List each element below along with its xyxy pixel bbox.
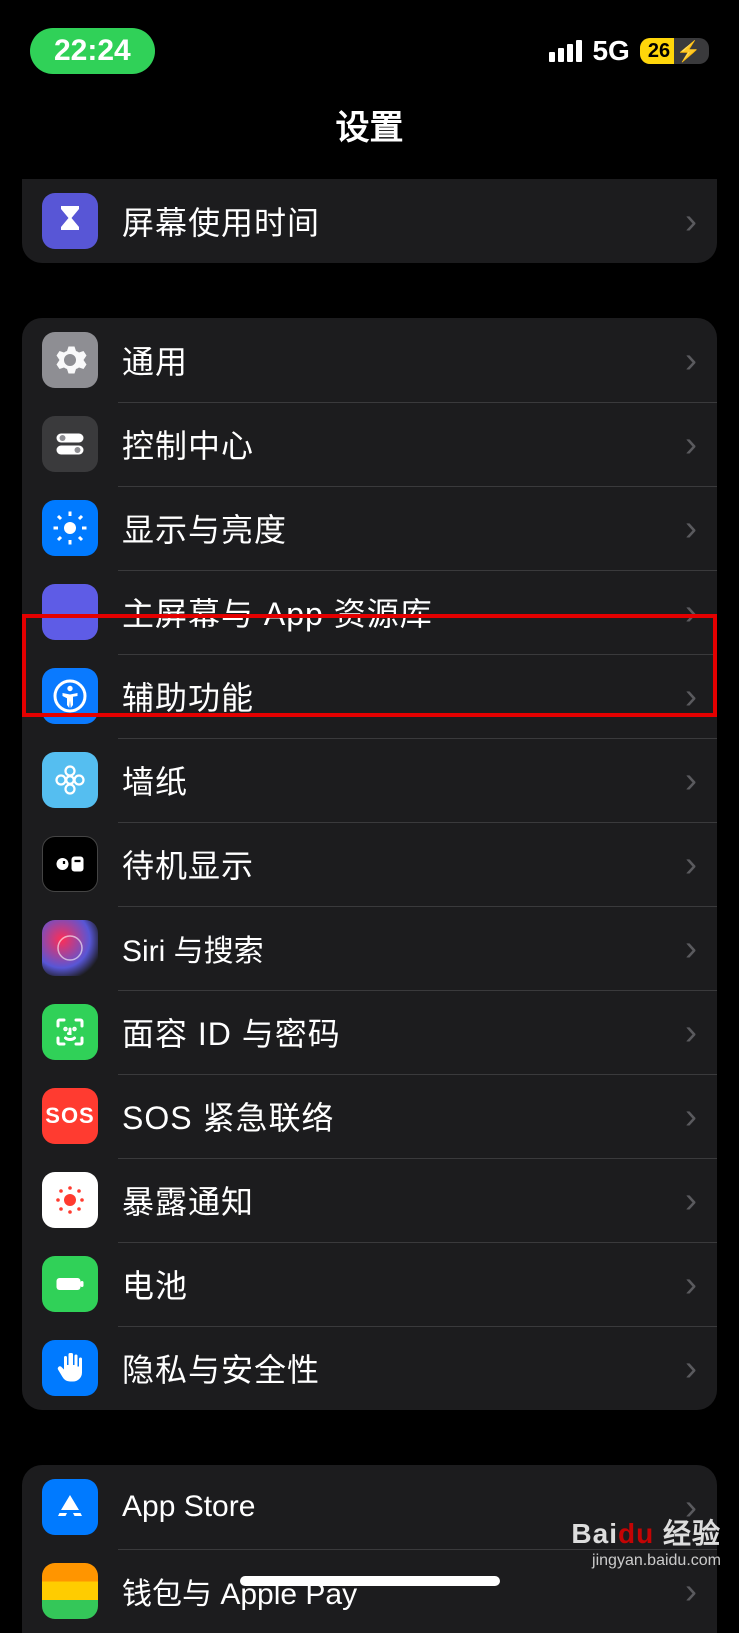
row-label: 墙纸 — [122, 757, 685, 803]
row-label: 辅助功能 — [122, 673, 685, 719]
battery-indicator: 26⚡ — [640, 38, 709, 64]
chevron-right-icon: › — [685, 1095, 697, 1137]
chevron-right-icon: › — [685, 591, 697, 633]
settings-row-standby[interactable]: 待机显示› — [22, 822, 717, 906]
settings-row-hourglass[interactable]: 屏幕使用时间› — [22, 179, 717, 263]
chevron-right-icon: › — [685, 507, 697, 549]
battery-icon — [42, 1256, 98, 1312]
settings-row-appgrid[interactable]: 主屏幕与 App 资源库› — [22, 570, 717, 654]
flower-icon — [42, 752, 98, 808]
chevron-right-icon: › — [685, 843, 697, 885]
row-label: 隐私与安全性 — [122, 1345, 685, 1391]
siri-icon — [42, 920, 98, 976]
wallet-icon — [42, 1563, 98, 1619]
status-time: 22:24 — [30, 28, 155, 74]
row-label: 显示与亮度 — [122, 505, 685, 551]
settings-row-siri[interactable]: Siri 与搜索› — [22, 906, 717, 990]
settings-row-toggles[interactable]: 控制中心› — [22, 402, 717, 486]
standby-icon — [42, 836, 98, 892]
accessibility-icon — [42, 668, 98, 724]
row-label: 通用 — [122, 337, 685, 383]
network-label: 5G — [592, 35, 629, 67]
settings-row-brightness[interactable]: 显示与亮度› — [22, 486, 717, 570]
row-label: SOS 紧急联络 — [122, 1093, 685, 1139]
chevron-right-icon: › — [685, 927, 697, 969]
signal-icon — [549, 40, 582, 62]
settings-group: 屏幕使用时间› — [22, 179, 717, 263]
chevron-right-icon: › — [685, 1011, 697, 1053]
appgrid-icon — [42, 584, 98, 640]
chevron-right-icon: › — [685, 1263, 697, 1305]
settings-row-sos[interactable]: SOS SOS 紧急联络› — [22, 1074, 717, 1158]
status-bar: 22:24 5G 26⚡ — [0, 0, 739, 80]
row-label: 主屏幕与 App 资源库 — [122, 589, 685, 635]
home-indicator[interactable] — [240, 1576, 500, 1586]
settings-row-battery[interactable]: 电池› — [22, 1242, 717, 1326]
settings-row-flower[interactable]: 墙纸› — [22, 738, 717, 822]
settings-row-gear[interactable]: 通用› — [22, 318, 717, 402]
chevron-right-icon: › — [685, 200, 697, 242]
sos-icon: SOS — [42, 1088, 98, 1144]
row-label: Siri 与搜索 — [122, 926, 685, 970]
page-title: 设置 — [0, 80, 739, 179]
chevron-right-icon: › — [685, 1179, 697, 1221]
gear-icon — [42, 332, 98, 388]
settings-group: 通用›控制中心›显示与亮度›主屏幕与 App 资源库›辅助功能›墙纸›待机显示›… — [22, 318, 717, 1410]
chevron-right-icon: › — [685, 675, 697, 717]
status-right: 5G 26⚡ — [549, 35, 709, 67]
watermark: Baidu 经验 jingyan.baidu.com — [571, 1512, 721, 1570]
chevron-right-icon: › — [685, 423, 697, 465]
faceid-icon — [42, 1004, 98, 1060]
watermark-url: jingyan.baidu.com — [571, 1552, 721, 1570]
row-label: 暴露通知 — [122, 1177, 685, 1223]
hourglass-icon — [42, 193, 98, 249]
brightness-icon — [42, 500, 98, 556]
settings-row-exposure[interactable]: 暴露通知› — [22, 1158, 717, 1242]
battery-percent: 26 — [640, 38, 674, 64]
row-label: 面容 ID 与密码 — [122, 1009, 685, 1055]
row-label: 待机显示 — [122, 841, 685, 887]
settings-row-accessibility[interactable]: 辅助功能› — [22, 654, 717, 738]
watermark-brand: Bai — [571, 1518, 618, 1549]
row-label: 控制中心 — [122, 421, 685, 467]
row-label: 电池 — [122, 1261, 685, 1307]
settings-row-hand[interactable]: 隐私与安全性› — [22, 1326, 717, 1410]
chevron-right-icon: › — [685, 1347, 697, 1389]
chevron-right-icon: › — [685, 1570, 697, 1612]
toggles-icon — [42, 416, 98, 472]
row-label: 屏幕使用时间 — [122, 198, 685, 244]
appstore-icon — [42, 1479, 98, 1535]
exposure-icon — [42, 1172, 98, 1228]
chevron-right-icon: › — [685, 339, 697, 381]
charging-icon: ⚡ — [674, 39, 701, 64]
hand-icon — [42, 1340, 98, 1396]
settings-list: 屏幕使用时间›通用›控制中心›显示与亮度›主屏幕与 App 资源库›辅助功能›墙… — [0, 179, 739, 1633]
settings-row-faceid[interactable]: 面容 ID 与密码› — [22, 990, 717, 1074]
chevron-right-icon: › — [685, 759, 697, 801]
